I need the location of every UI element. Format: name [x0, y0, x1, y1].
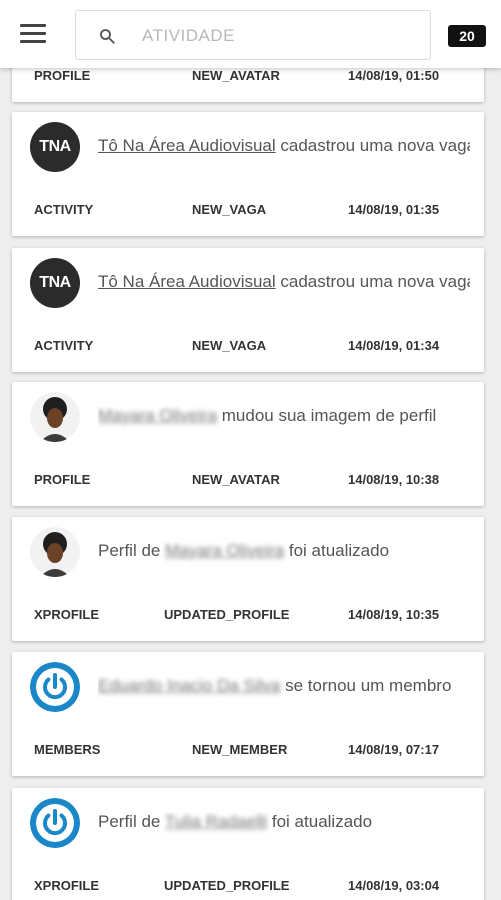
user-link[interactable]: Tulia Radaelli	[165, 812, 267, 831]
activity-type: NEW_VAGA	[192, 202, 267, 217]
activity-message: Mayara Oliveira mudou sua imagem de perf…	[98, 406, 437, 425]
menu-icon[interactable]	[20, 24, 46, 44]
activity-date: 14/08/19, 03:04	[348, 878, 440, 893]
power-avatar-icon	[30, 662, 80, 712]
activity-card[interactable]: Mayara Oliveira mudou sua imagem de perf…	[12, 382, 484, 506]
activity-component: MEMBERS	[34, 742, 101, 757]
activity-card[interactable]: Eduardo Inacio Da Silva se tornou um mem…	[12, 652, 484, 776]
avatar[interactable]	[30, 392, 80, 442]
activity-type: UPDATED_PROFILE	[164, 878, 290, 893]
search-icon	[100, 29, 115, 44]
user-link[interactable]: Tô Na Área Audiovisual	[98, 136, 276, 155]
activity-component: ACTIVITY	[34, 338, 94, 353]
activity-date: 14/08/19, 10:35	[348, 607, 440, 622]
activity-date: 14/08/19, 07:17	[348, 742, 440, 757]
activity-meta: ACTIVITY NEW_VAGA 14/08/19, 01:34	[12, 338, 484, 354]
activity-card[interactable]: Perfil de Mayara Oliveira foi atualizado…	[12, 517, 484, 641]
activity-component: PROFILE	[34, 472, 91, 487]
activity-component: PROFILE	[34, 68, 91, 83]
activity-type: NEW_AVATAR	[192, 472, 280, 487]
activity-type: NEW_MEMBER	[192, 742, 288, 757]
search-box[interactable]	[75, 10, 431, 60]
activity-date: 14/08/19, 01:50	[348, 68, 440, 83]
activity-meta: PROFILE NEW_AVATAR 14/08/19, 10:38	[12, 472, 484, 488]
avatar[interactable]	[30, 527, 80, 577]
user-link[interactable]: Mayara Oliveira	[98, 406, 217, 425]
power-avatar-icon	[30, 798, 80, 848]
activity-card[interactable]: Perfil de Tulia Radaelli foi atualizado …	[12, 788, 484, 900]
activity-message: Eduardo Inacio Da Silva se tornou um mem…	[98, 676, 452, 695]
count-badge: 20	[448, 25, 486, 47]
user-link[interactable]: Mayara Oliveira	[165, 541, 284, 560]
activity-message: Perfil de Tulia Radaelli foi atualizado	[98, 812, 373, 831]
avatar[interactable]: TNA	[30, 122, 80, 172]
activity-meta: PROFILE NEW_AVATAR 14/08/19, 01:50	[12, 68, 484, 84]
search-input[interactable]	[142, 24, 402, 48]
activity-card[interactable]: TNA Tô Na Área Audiovisual cadastrou uma…	[12, 248, 484, 372]
top-app-bar: 20	[0, 0, 501, 68]
activity-type: UPDATED_PROFILE	[164, 607, 290, 622]
activity-meta: ACTIVITY NEW_VAGA 14/08/19, 01:35	[12, 202, 484, 218]
avatar[interactable]	[30, 662, 80, 712]
user-link[interactable]: Tô Na Área Audiovisual	[98, 272, 276, 291]
avatar[interactable]	[30, 798, 80, 848]
activity-card[interactable]: TNA Tô Na Área Audiovisual cadastrou uma…	[12, 112, 484, 236]
activity-date: 14/08/19, 01:35	[348, 202, 440, 217]
activity-date: 14/08/19, 01:34	[348, 338, 440, 353]
person-avatar-icon	[30, 527, 80, 577]
activity-meta: MEMBERS NEW_MEMBER 14/08/19, 07:17	[12, 742, 484, 758]
activity-message: Perfil de Mayara Oliveira foi atualizado	[98, 541, 390, 560]
activity-component: XPROFILE	[34, 607, 100, 622]
activity-component: ACTIVITY	[34, 202, 94, 217]
activity-component: XPROFILE	[34, 878, 100, 893]
activity-date: 14/08/19, 10:38	[348, 472, 440, 487]
person-avatar-icon	[30, 392, 80, 442]
activity-meta: XPROFILE UPDATED_PROFILE 14/08/19, 10:35	[12, 607, 484, 623]
activity-type: NEW_VAGA	[192, 338, 267, 353]
activity-meta: XPROFILE UPDATED_PROFILE 14/08/19, 03:04	[12, 878, 484, 894]
activity-message: Tô Na Área Audiovisual cadastrou uma nov…	[98, 272, 470, 291]
user-link[interactable]: Eduardo Inacio Da Silva	[98, 676, 280, 695]
activity-type: NEW_AVATAR	[192, 68, 280, 83]
avatar[interactable]: TNA	[30, 258, 80, 308]
activity-message: Tô Na Área Audiovisual cadastrou uma nov…	[98, 136, 470, 155]
